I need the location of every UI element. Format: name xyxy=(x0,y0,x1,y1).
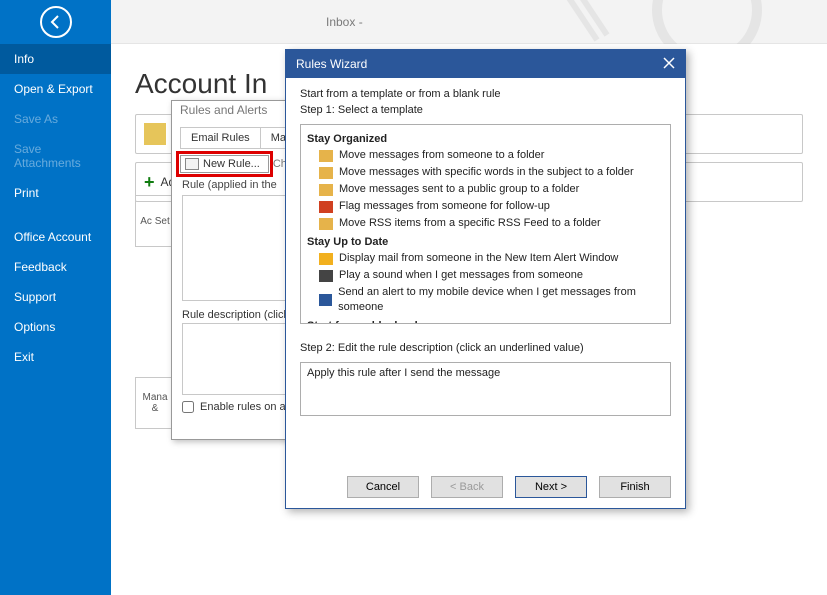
wizard-step1-label: Step 1: Select a template xyxy=(300,104,671,116)
sidebar-item-save-as: Save As xyxy=(0,104,111,134)
finish-button[interactable]: Finish xyxy=(599,476,671,498)
template-move-specific-words[interactable]: Move messages with specific words in the… xyxy=(305,164,666,181)
close-button[interactable] xyxy=(663,56,675,72)
flag-icon xyxy=(319,201,333,213)
sidebar-item-support[interactable]: Support xyxy=(0,282,111,312)
next-button[interactable]: Next > xyxy=(515,476,587,498)
wizard-titlebar: Rules Wizard xyxy=(286,50,685,78)
wizard-step2-label: Step 2: Edit the rule description (click… xyxy=(300,342,671,354)
sidebar-item-save-attachments: Save Attachments xyxy=(0,134,111,178)
template-move-from-someone[interactable]: Move messages from someone to a folder xyxy=(305,147,666,164)
back-button-disabled: < Back xyxy=(431,476,503,498)
rule-description-text: Apply this rule after I send the message xyxy=(307,367,500,379)
sidebar-item-print[interactable]: Print xyxy=(0,178,111,208)
rule-icon xyxy=(185,158,199,170)
group-blank-rule: Start from a blank rule xyxy=(307,320,664,324)
cancel-button[interactable]: Cancel xyxy=(347,476,419,498)
account-settings-block[interactable]: Ac Set xyxy=(135,195,175,247)
enable-rules-checkbox[interactable] xyxy=(182,401,194,413)
nav-region xyxy=(0,0,111,44)
template-move-rss[interactable]: Move RSS items from a specific RSS Feed … xyxy=(305,215,666,232)
group-stay-up-to-date: Stay Up to Date xyxy=(307,236,664,248)
phone-icon xyxy=(319,294,332,306)
window-title: Inbox - xyxy=(326,15,363,29)
template-play-sound[interactable]: Play a sound when I get messages from so… xyxy=(305,267,666,284)
wizard-intro: Start from a template or from a blank ru… xyxy=(300,88,671,100)
manage-rules-block[interactable]: Mana & xyxy=(135,377,175,429)
sidebar-item-info[interactable]: Info xyxy=(0,44,111,74)
template-move-public-group[interactable]: Move messages sent to a public group to … xyxy=(305,181,666,198)
settings-icon xyxy=(144,123,166,145)
backstage-sidebar: Info Open & Export Save As Save Attachme… xyxy=(0,44,111,595)
title-bar: Inbox - xyxy=(0,0,827,44)
wizard-buttons: Cancel < Back Next > Finish xyxy=(347,476,671,498)
sidebar-item-options[interactable]: Options xyxy=(0,312,111,342)
sound-icon xyxy=(319,270,333,282)
sidebar-item-office-account[interactable]: Office Account xyxy=(0,222,111,252)
rules-wizard-dialog: Rules Wizard Start from a template or fr… xyxy=(285,49,686,509)
mail-icon xyxy=(319,253,333,265)
template-mobile-alert[interactable]: Send an alert to my mobile device when I… xyxy=(305,284,666,316)
folder-icon xyxy=(319,184,333,196)
rule-description-box[interactable]: Apply this rule after I send the message xyxy=(300,362,671,416)
group-stay-organized: Stay Organized xyxy=(307,133,664,145)
close-icon xyxy=(663,57,675,69)
wizard-body: Start from a template or from a blank ru… xyxy=(286,78,685,416)
sidebar-item-exit[interactable]: Exit xyxy=(0,342,111,372)
backstage-side-blocks: Ac Set Mana & xyxy=(135,195,175,439)
template-display-alert[interactable]: Display mail from someone in the New Ite… xyxy=(305,250,666,267)
wizard-title-label: Rules Wizard xyxy=(296,57,367,71)
new-rule-button[interactable]: New Rule... xyxy=(180,155,269,173)
template-list[interactable]: Stay Organized Move messages from someon… xyxy=(300,124,671,324)
sidebar-item-open-export[interactable]: Open & Export xyxy=(0,74,111,104)
folder-icon xyxy=(319,167,333,179)
folder-icon xyxy=(319,150,333,162)
folder-icon xyxy=(319,218,333,230)
background-decoration xyxy=(507,0,807,50)
arrow-left-icon xyxy=(48,14,64,30)
new-rule-label: New Rule... xyxy=(203,158,260,170)
sidebar-item-feedback[interactable]: Feedback xyxy=(0,252,111,282)
back-button[interactable] xyxy=(40,6,72,38)
template-flag-follow-up[interactable]: Flag messages from someone for follow-up xyxy=(305,198,666,215)
tab-email-rules[interactable]: Email Rules xyxy=(180,127,261,148)
